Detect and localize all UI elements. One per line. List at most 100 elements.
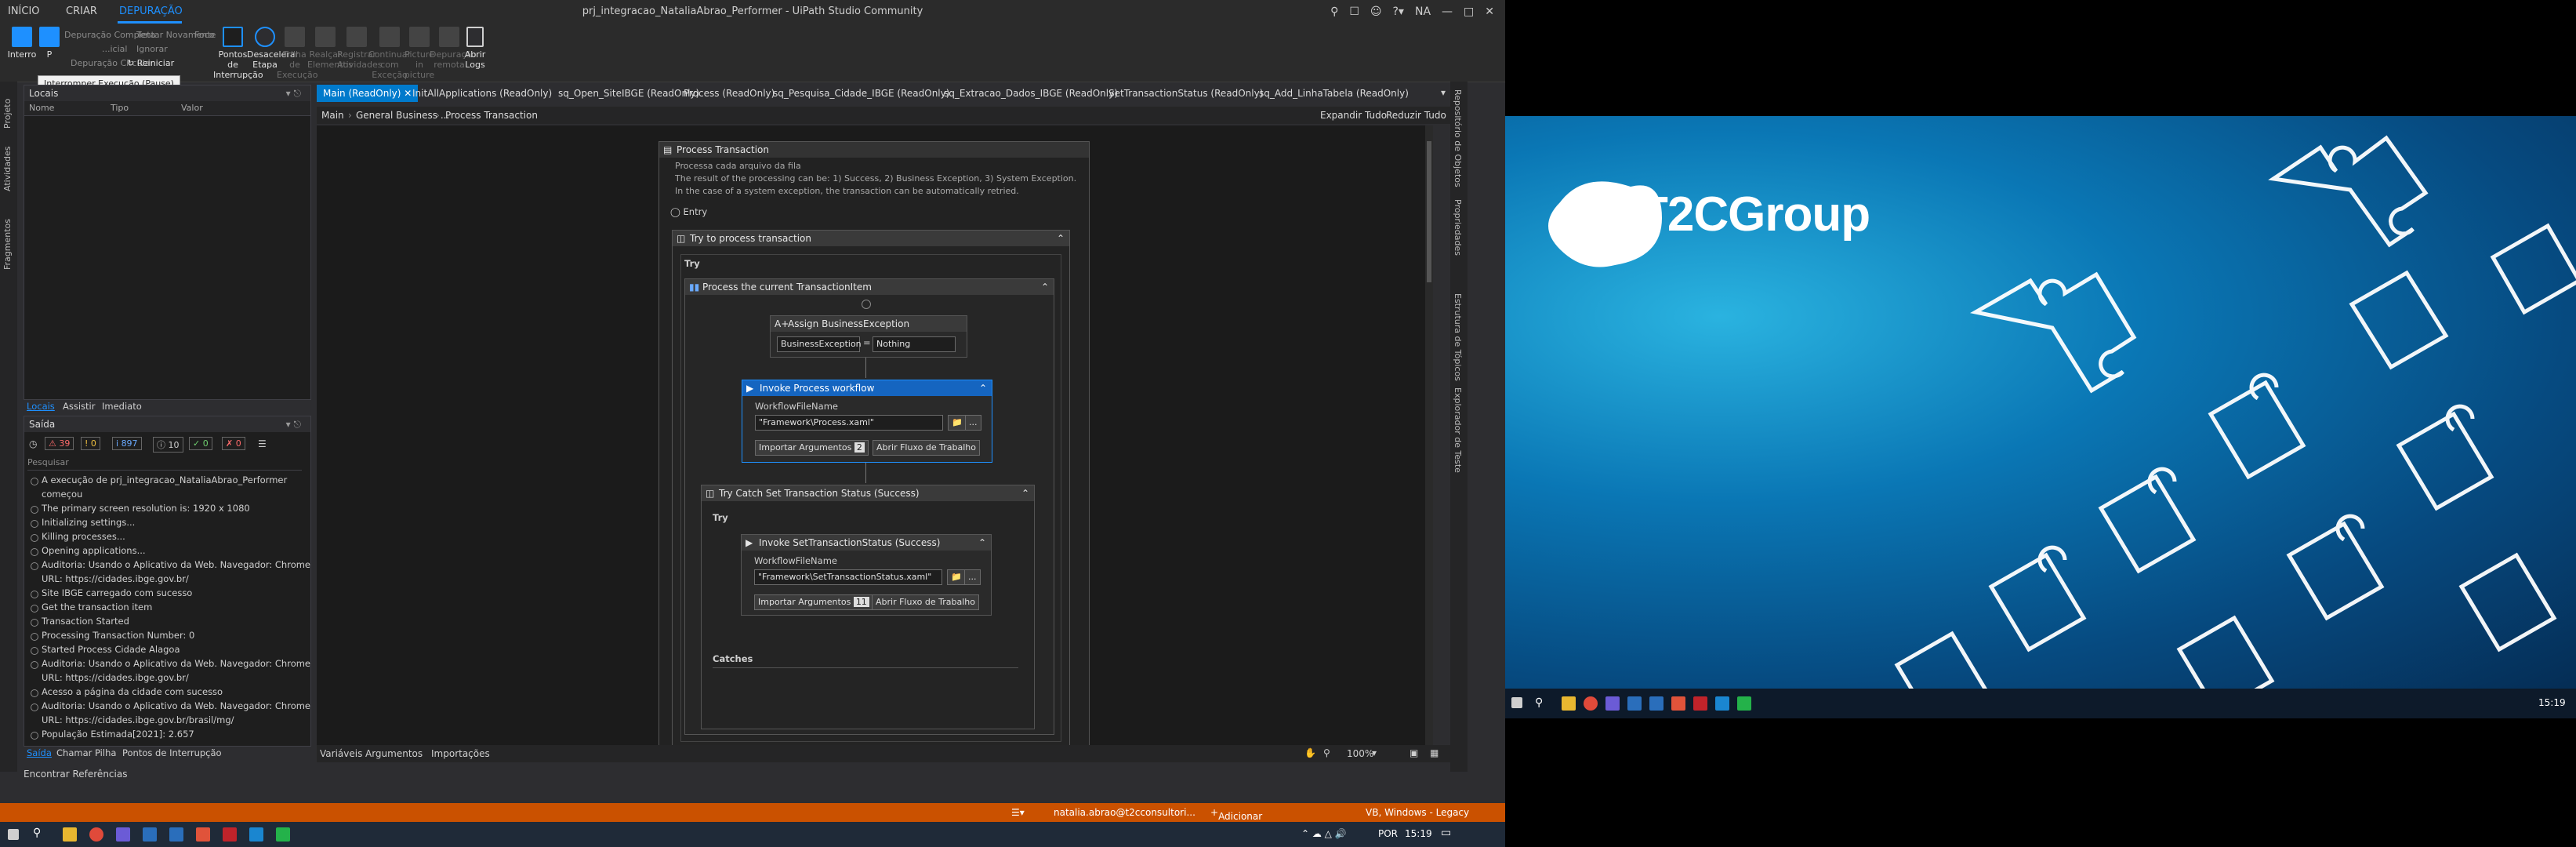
breadcrumb-process-transaction[interactable]: Process Transaction <box>445 110 538 121</box>
acrobat-icon[interactable] <box>223 827 237 842</box>
side-tab-fragmentos[interactable]: Fragmentos <box>2 219 13 270</box>
more-button[interactable]: ... <box>964 569 981 585</box>
minimize-icon[interactable]: — <box>1442 5 1453 18</box>
zoom-search-icon[interactable]: ⚲ <box>1323 747 1330 758</box>
status-source-control[interactable]: + Adicionar ao Controle de Or... <box>1210 807 1262 847</box>
process-transaction-activity[interactable]: ▤ Process Transaction Processa cada arqu… <box>659 141 1090 754</box>
word-icon[interactable] <box>1649 696 1664 711</box>
output-log-line[interactable]: URL: https://cidades.ibge.gov.br/ <box>42 672 189 683</box>
output-log-line[interactable]: Initializing settings... <box>42 517 135 528</box>
output-pin-icon[interactable]: ▾ ⎋ <box>286 416 301 432</box>
info-filter[interactable]: i 897 <box>112 437 142 450</box>
find-references-tab[interactable]: Encontrar Referências <box>24 769 127 780</box>
tab-importacoes[interactable]: Importações <box>431 748 490 759</box>
status-user[interactable]: natalia.abrao@t2cconsultori... <box>1054 807 1195 818</box>
more-button[interactable]: ... <box>965 415 981 431</box>
col-nome[interactable]: Nome <box>29 103 54 113</box>
clock-icon[interactable]: ◷ <box>29 438 37 449</box>
tab-saida[interactable]: Saída <box>27 747 52 758</box>
teams-icon[interactable] <box>116 827 130 842</box>
ignorar-button[interactable]: Ignorar <box>136 44 168 54</box>
excel-icon[interactable] <box>1737 696 1751 711</box>
tab-variaveis[interactable]: Variáveis <box>320 748 362 759</box>
taskbar-language[interactable]: POR <box>1378 828 1398 839</box>
open-workflow-button[interactable]: Abrir Fluxo de Trabalho <box>873 440 980 456</box>
browse-folder-icon[interactable]: 📁 <box>947 569 966 585</box>
invoke-process-activity[interactable]: ▶ Invoke Process workflow ⌃ WorkflowFile… <box>742 380 992 463</box>
chrome-icon[interactable] <box>1584 696 1598 711</box>
collapse-icon[interactable]: ⌃ <box>1021 485 1029 501</box>
output-log-line[interactable]: Auditoria: Usando o Aplicativo da Web. N… <box>42 658 310 669</box>
search-icon[interactable]: ⚲ <box>33 827 41 839</box>
doc-tab-process[interactable]: Process (ReadOnly) <box>684 88 775 99</box>
col-valor[interactable]: Valor <box>181 103 203 113</box>
search-icon[interactable]: ⚲ <box>1330 5 1338 18</box>
col-tipo[interactable]: Tipo <box>111 103 129 113</box>
output-log-line[interactable]: Transaction Started <box>42 616 129 627</box>
collapse-icon[interactable]: ⌃ <box>1041 279 1049 295</box>
status-language[interactable]: VB, Windows - Legacy <box>1366 807 1469 818</box>
fatal-filter[interactable]: ✗ 0 <box>222 437 245 450</box>
output-log-line[interactable]: Get the transaction item <box>42 602 152 613</box>
tab-pontos-interrupcao[interactable]: Pontos de Interrupção <box>122 747 222 758</box>
fit-screen-icon[interactable]: ▣ <box>1410 747 1418 758</box>
error-filter[interactable]: ⚠ 39 <box>45 437 74 450</box>
notifications-icon[interactable]: ☐ <box>1349 5 1359 18</box>
excel-icon[interactable] <box>276 827 290 842</box>
side-tab-propriedades[interactable]: Propriedades <box>1453 199 1463 256</box>
user-avatar[interactable]: NA <box>1415 5 1431 18</box>
tab-argumentos[interactable]: Argumentos <box>365 748 423 759</box>
remote-debug-button[interactable]: Depuração remota <box>430 27 477 70</box>
breadcrumb-main[interactable]: Main <box>321 110 344 121</box>
tabs-overflow-icon[interactable]: ▾ <box>1441 87 1446 98</box>
notification-center-icon[interactable]: ▭ <box>1441 827 1451 839</box>
doc-tab-add-linhatabela[interactable]: sq_Add_LinhaTabela (ReadOnly) <box>1259 88 1409 99</box>
doc-tab-pesquisa-cidade[interactable]: sq_Pesquisa_Cidade_IBGE (ReadOnly) <box>773 88 949 99</box>
output-log-line[interactable]: Killing processes... <box>42 531 125 542</box>
collapse-all-link[interactable]: Reduzir Tudo <box>1386 110 1446 121</box>
open-workflow-button[interactable]: Abrir Fluxo de Trabalho <box>872 594 979 610</box>
overview-icon[interactable]: ▦ <box>1430 747 1439 758</box>
close-icon[interactable]: ✕ <box>1485 5 1494 18</box>
word-icon[interactable] <box>169 827 183 842</box>
uipath-icon[interactable] <box>1715 696 1729 711</box>
process-current-sequence[interactable]: ▮▮ Process the current TransactionItem ⌃… <box>684 278 1054 735</box>
pin-icon[interactable]: ▾ ⎋ <box>286 85 301 101</box>
open-logs-button[interactable]: Abrir Logs <box>464 27 486 70</box>
tray-icons[interactable]: ⌃ ☁ △ 🔊 <box>1301 828 1347 839</box>
warning-filter[interactable]: ! 0 <box>81 437 100 450</box>
outlook-icon[interactable] <box>1627 696 1642 711</box>
inicial-button[interactable]: ...icial <box>102 44 127 54</box>
output-log-line[interactable]: Started Process Cidade Alagoa <box>42 644 180 655</box>
uipath-icon[interactable] <box>249 827 263 842</box>
output-log-line[interactable]: Auditoria: Usando o Aplicativo da Web. N… <box>42 559 310 570</box>
output-log-line[interactable]: Acesso a página da cidade com sucesso <box>42 686 223 697</box>
chrome-icon[interactable] <box>89 827 103 842</box>
doc-tab-initallapplications[interactable]: InitAllApplications (ReadOnly) <box>412 88 552 99</box>
browse-folder-icon[interactable]: 📁 <box>948 415 967 431</box>
assign-value-field[interactable]: Nothing <box>873 336 956 352</box>
teams-icon[interactable] <box>1605 696 1620 711</box>
side-tab-explorador[interactable]: Explorador de Teste <box>1453 387 1463 473</box>
side-tab-projeto[interactable]: Projeto <box>2 99 13 129</box>
trace-filter[interactable]: ⓘ 10 <box>153 437 183 453</box>
second-taskbar-clock[interactable]: 15:19 <box>2538 697 2566 708</box>
file-explorer-icon[interactable] <box>1562 696 1576 711</box>
success-filter[interactable]: ✓ 0 <box>189 437 212 450</box>
add-activity-icon[interactable] <box>862 300 871 309</box>
import-arguments-button[interactable]: Importar Argumentos 11 <box>754 594 873 610</box>
collapse-icon[interactable]: ⌃ <box>1057 231 1065 246</box>
output-log-line[interactable]: Auditoria: Usando o Aplicativo da Web. N… <box>42 700 310 711</box>
tab-chamar-pilha[interactable]: Chamar Pilha <box>56 747 116 758</box>
output-log-line[interactable]: Processing Transaction Number: 0 <box>42 630 194 641</box>
tab-assistir[interactable]: Assistir <box>63 401 95 412</box>
collapse-icon[interactable]: ⌃ <box>978 535 986 551</box>
stop-button[interactable]: P <box>38 27 61 60</box>
output-log-line[interactable]: População Estimada[2021]: 2.657 <box>42 729 194 740</box>
output-search-input[interactable]: Pesquisar <box>27 456 302 471</box>
foco-button[interactable]: Foco <box>194 30 214 40</box>
windows-start-icon[interactable] <box>8 829 19 840</box>
import-arguments-button[interactable]: Importar Argumentos 2 <box>755 440 869 456</box>
taskbar-clock[interactable]: 15:19 <box>1405 828 1432 839</box>
app-icon[interactable] <box>1671 696 1685 711</box>
